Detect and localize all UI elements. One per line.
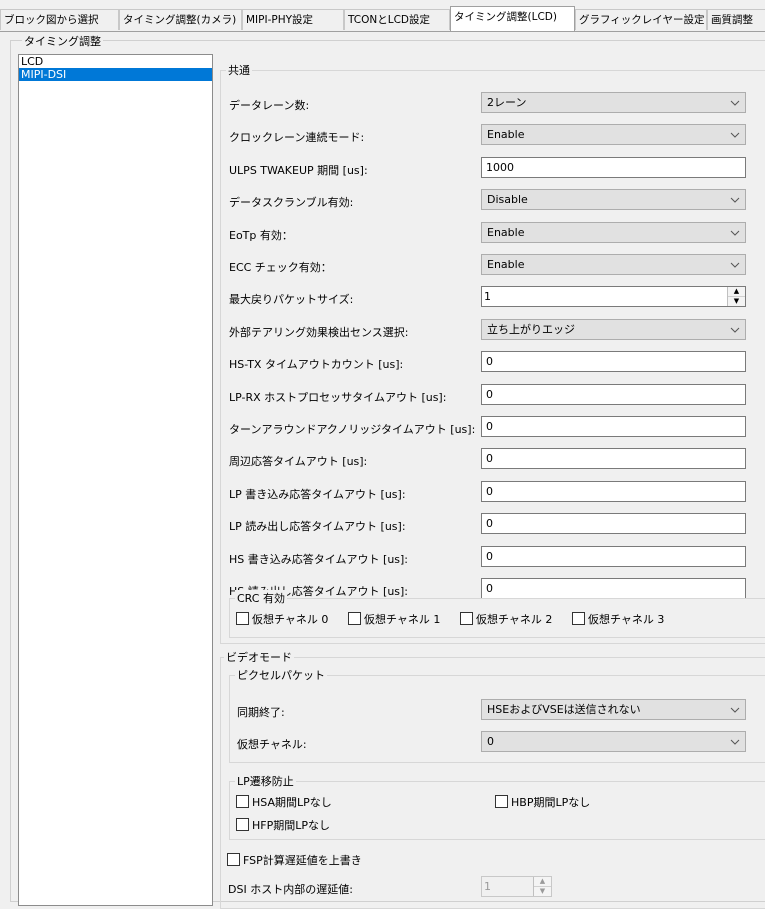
virtual-channel-label: 仮想チャネル: [237, 738, 307, 751]
data-scramble-label: データスクランブル有効: [229, 196, 354, 209]
max-return-packet-label: 最大戻りパケットサイズ: [229, 293, 354, 306]
lp-rx-timeout-input[interactable]: 0 [481, 384, 746, 405]
crc-group-label: CRC 有効 [235, 590, 287, 606]
peripheral-response-timeout-label: 周辺応答タイムアウト [us]: [229, 455, 368, 468]
timing-group-label: タイミング調整 [22, 33, 103, 49]
eotp-enable-select[interactable]: Enable [481, 222, 746, 243]
turnaround-ack-timeout-label: ターンアラウンドアクノリッジタイムアウト [us]: [229, 423, 476, 436]
spin-down-icon[interactable]: ▼ [534, 887, 551, 896]
fsp-override-checkbox[interactable]: FSP計算遅延値を上書き [227, 853, 362, 867]
hs-read-timeout-input[interactable]: 0 [481, 578, 746, 599]
virtual-channel-select[interactable]: 0 [481, 731, 746, 752]
hs-tx-timeout-input[interactable]: 0 [481, 351, 746, 372]
eotp-enable-label: EoTp 有効： [229, 229, 293, 242]
spin-up-icon[interactable]: ▲ [728, 287, 745, 297]
tab-timing-camera[interactable]: タイミング調整(カメラ) [119, 9, 242, 30]
tab-block-diagram[interactable]: ブロック図から選択 [0, 9, 119, 30]
lp-rx-timeout-label: LP-RX ホストプロセッサタイムアウト [us]: [229, 391, 447, 404]
list-item-lcd[interactable]: LCD [19, 55, 212, 68]
ulps-twakeup-label: ULPS TWAKEUP 期間 [us]: [229, 164, 368, 177]
sync-end-label: 同期終了: [237, 706, 285, 719]
common-group-label: 共通 [226, 62, 252, 78]
data-scramble-select[interactable]: Disable [481, 189, 746, 210]
crc-channel-2-checkbox[interactable]: 仮想チャネル 2 [460, 612, 552, 626]
spin-up-icon[interactable]: ▲ [534, 877, 551, 887]
dsi-delay-spinner[interactable]: 1 ▲ ▼ [481, 876, 552, 897]
interface-list[interactable]: LCD MIPI-DSI [18, 54, 213, 906]
tearing-sense-label: 外部テアリング効果検出センス選択: [229, 326, 409, 339]
video-mode-group-label: ビデオモード [224, 649, 294, 665]
clock-lane-continuous-label: クロックレーン連続モード: [229, 131, 365, 144]
tab-image-quality[interactable]: 画質調整 [707, 9, 765, 30]
hs-tx-timeout-label: HS-TX タイムアウトカウント [us]: [229, 358, 404, 371]
chevron-down-icon [730, 262, 740, 268]
chevron-down-icon [730, 739, 740, 745]
hs-write-timeout-input[interactable]: 0 [481, 546, 746, 567]
tab-mipi-phy[interactable]: MIPI-PHY設定 [242, 9, 344, 30]
hsa-no-lp-checkbox[interactable]: HSA期間LPなし [236, 795, 332, 809]
sync-end-select[interactable]: HSEおよびVSEは送信されない [481, 699, 746, 720]
dsi-delay-label: DSI ホスト内部の遅延値: [228, 883, 353, 896]
tearing-sense-select[interactable]: 立ち上がりエッジ [481, 319, 746, 340]
turnaround-ack-timeout-input[interactable]: 0 [481, 416, 746, 437]
data-lane-count-label: データレーン数: [229, 99, 310, 112]
lp-write-timeout-input[interactable]: 0 [481, 481, 746, 502]
crc-channel-1-checkbox[interactable]: 仮想チャネル 1 [348, 612, 440, 626]
hs-write-timeout-label: HS 書き込み応答タイムアウト [us]: [229, 553, 409, 566]
hbp-no-lp-checkbox[interactable]: HBP期間LPなし [495, 795, 590, 809]
lp-transition-group-label: LP遷移防止 [235, 773, 296, 789]
chevron-down-icon [730, 100, 740, 106]
chevron-down-icon [730, 327, 740, 333]
spin-down-icon[interactable]: ▼ [728, 297, 745, 306]
tab-tcon-lcd[interactable]: TCONとLCD設定 [344, 9, 450, 30]
crc-channel-3-checkbox[interactable]: 仮想チャネル 3 [572, 612, 664, 626]
ulps-twakeup-input[interactable]: 1000 [481, 157, 746, 178]
clock-lane-continuous-select[interactable]: Enable [481, 124, 746, 145]
hfp-no-lp-checkbox[interactable]: HFP期間LPなし [236, 818, 330, 832]
peripheral-response-timeout-input[interactable]: 0 [481, 448, 746, 469]
list-item-mipi-dsi[interactable]: MIPI-DSI [19, 68, 212, 81]
ecc-check-label: ECC チェック有効： [229, 261, 332, 274]
chevron-down-icon [730, 230, 740, 236]
spinner-buttons[interactable]: ▲ ▼ [533, 877, 551, 896]
pixel-packet-group-label: ピクセルパケット [235, 667, 327, 683]
lp-read-timeout-label: LP 読み出し応答タイムアウト [us]: [229, 520, 406, 533]
tab-graphic-layer[interactable]: グラフィックレイヤー設定 [575, 9, 707, 30]
max-return-packet-spinner[interactable]: 1 ▲ ▼ [481, 286, 746, 307]
lp-read-timeout-input[interactable]: 0 [481, 513, 746, 534]
ecc-check-select[interactable]: Enable [481, 254, 746, 275]
spinner-buttons[interactable]: ▲ ▼ [727, 287, 745, 306]
tab-strip: ブロック図から選択 タイミング調整(カメラ) MIPI-PHY設定 TCONとL… [0, 0, 765, 32]
chevron-down-icon [730, 132, 740, 138]
data-lane-count-select[interactable]: 2レーン [481, 92, 746, 113]
chevron-down-icon [730, 197, 740, 203]
lp-write-timeout-label: LP 書き込み応答タイムアウト [us]: [229, 488, 406, 501]
crc-channel-0-checkbox[interactable]: 仮想チャネル 0 [236, 612, 328, 626]
tab-timing-lcd[interactable]: タイミング調整(LCD) [450, 6, 575, 31]
chevron-down-icon [730, 707, 740, 713]
